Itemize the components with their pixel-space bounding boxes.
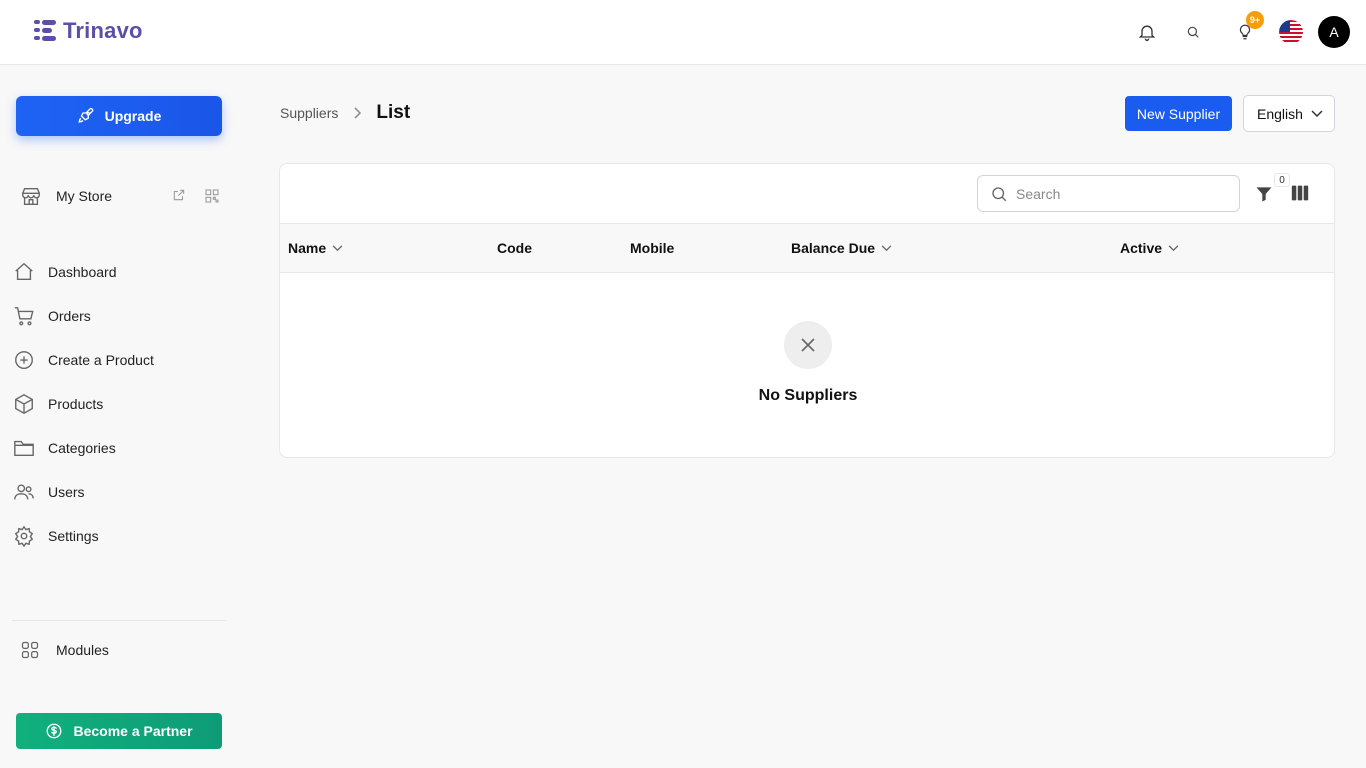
- notifications-button[interactable]: [1130, 15, 1164, 49]
- sidebar-item-label: Dashboard: [48, 264, 117, 280]
- tips-button[interactable]: 9+: [1228, 11, 1264, 49]
- box-icon: [15, 394, 33, 414]
- language-value: English: [1257, 105, 1303, 122]
- sidebar-item-products[interactable]: Products: [12, 382, 154, 426]
- chevron-down-icon: [1311, 109, 1323, 117]
- search-button[interactable]: [1176, 15, 1210, 49]
- folder-icon: [14, 440, 34, 457]
- sidebar-item-dashboard[interactable]: Dashboard: [12, 250, 154, 294]
- column-header-active[interactable]: Active: [1120, 240, 1179, 256]
- page-title: List: [376, 102, 411, 123]
- store-icon: [22, 187, 40, 205]
- sidebar-item-create-product[interactable]: Create a Product: [12, 338, 154, 382]
- filter-icon[interactable]: [1254, 184, 1274, 204]
- upgrade-label: Upgrade: [104, 108, 162, 124]
- breadcrumb-suppliers[interactable]: Suppliers: [280, 105, 338, 121]
- sidebar-item-label: Categories: [48, 440, 116, 456]
- us-flag-icon: [1279, 20, 1303, 44]
- breadcrumb: Suppliers List: [280, 102, 410, 124]
- table-header: Name Code Mobile Balance Due Active: [280, 223, 1334, 273]
- column-header-mobile: Mobile: [630, 240, 674, 256]
- sidebar-item-users[interactable]: Users: [12, 470, 154, 514]
- chevron-right-icon: [352, 107, 362, 119]
- new-supplier-button[interactable]: New Supplier: [1125, 96, 1232, 131]
- suppliers-table-card: 0 Name Code Mobile Balance Due Active No…: [279, 163, 1335, 458]
- sidebar-item-label: Products: [48, 396, 104, 412]
- empty-state-text: No Suppliers: [758, 387, 858, 404]
- empty-state: No Suppliers: [280, 321, 1334, 405]
- chevron-down-icon: [1168, 244, 1179, 251]
- column-label: Active: [1120, 240, 1163, 256]
- grid-icon: [21, 641, 39, 659]
- logo-icon: [34, 20, 56, 41]
- store-row[interactable]: My Store: [20, 184, 220, 208]
- column-header-code: Code: [497, 240, 532, 256]
- column-label: Balance Due: [791, 240, 876, 256]
- home-icon: [15, 262, 33, 281]
- language-flag-button[interactable]: [1274, 15, 1308, 49]
- sidebar-item-label: Users: [48, 484, 85, 500]
- search-field[interactable]: [977, 175, 1240, 212]
- store-label: My Store: [56, 188, 113, 204]
- sidebar-item-orders[interactable]: Orders: [12, 294, 154, 338]
- column-label: Code: [497, 240, 532, 256]
- sidebar-item-label: Orders: [48, 308, 91, 324]
- modules-label: Modules: [56, 642, 109, 658]
- column-header-name[interactable]: Name: [288, 240, 343, 256]
- sidebar-item-settings[interactable]: Settings: [12, 514, 154, 558]
- search-input[interactable]: [1016, 185, 1216, 202]
- brand-name: Trinavo: [63, 18, 143, 43]
- column-label: Mobile: [630, 240, 675, 256]
- sidebar-item-label: Create a Product: [48, 352, 154, 368]
- sidebar-item-label: Settings: [48, 528, 99, 544]
- qr-code-icon[interactable]: [204, 188, 220, 204]
- rocket-icon: [78, 107, 94, 123]
- sidebar: Upgrade My Store Dashboard Orders Create…: [0, 65, 240, 768]
- sidebar-divider: [12, 620, 226, 621]
- filter-count-badge: 0: [1274, 173, 1290, 187]
- cart-icon: [14, 307, 34, 326]
- gear-icon: [14, 525, 34, 547]
- become-partner-button[interactable]: Become a Partner: [16, 713, 222, 749]
- close-icon: [784, 321, 832, 369]
- logo[interactable]: Trinavo: [33, 18, 143, 44]
- sidebar-nav: Dashboard Orders Create a Product Produc…: [12, 250, 154, 558]
- external-link-icon[interactable]: [172, 188, 186, 202]
- top-bar: Trinavo 9+ A: [0, 0, 1366, 65]
- search-icon: [1187, 26, 1199, 38]
- chevron-down-icon: [881, 244, 892, 251]
- users-icon: [14, 484, 34, 500]
- bell-icon: [1138, 25, 1156, 41]
- plus-circle-icon: [15, 351, 33, 369]
- chevron-down-icon: [332, 244, 343, 251]
- columns-icon[interactable]: [1290, 184, 1310, 202]
- partner-label: Become a Partner: [73, 723, 193, 739]
- dollar-circle-icon: [47, 723, 62, 739]
- sidebar-item-modules[interactable]: Modules: [20, 638, 109, 662]
- tips-badge: 9+: [1246, 11, 1264, 29]
- column-label: Name: [288, 240, 327, 256]
- column-header-balance-due[interactable]: Balance Due: [791, 240, 892, 256]
- user-avatar[interactable]: A: [1318, 16, 1350, 48]
- upgrade-button[interactable]: Upgrade: [16, 96, 222, 136]
- language-select[interactable]: English: [1243, 95, 1335, 132]
- sidebar-item-categories[interactable]: Categories: [12, 426, 154, 470]
- search-icon: [992, 186, 1007, 201]
